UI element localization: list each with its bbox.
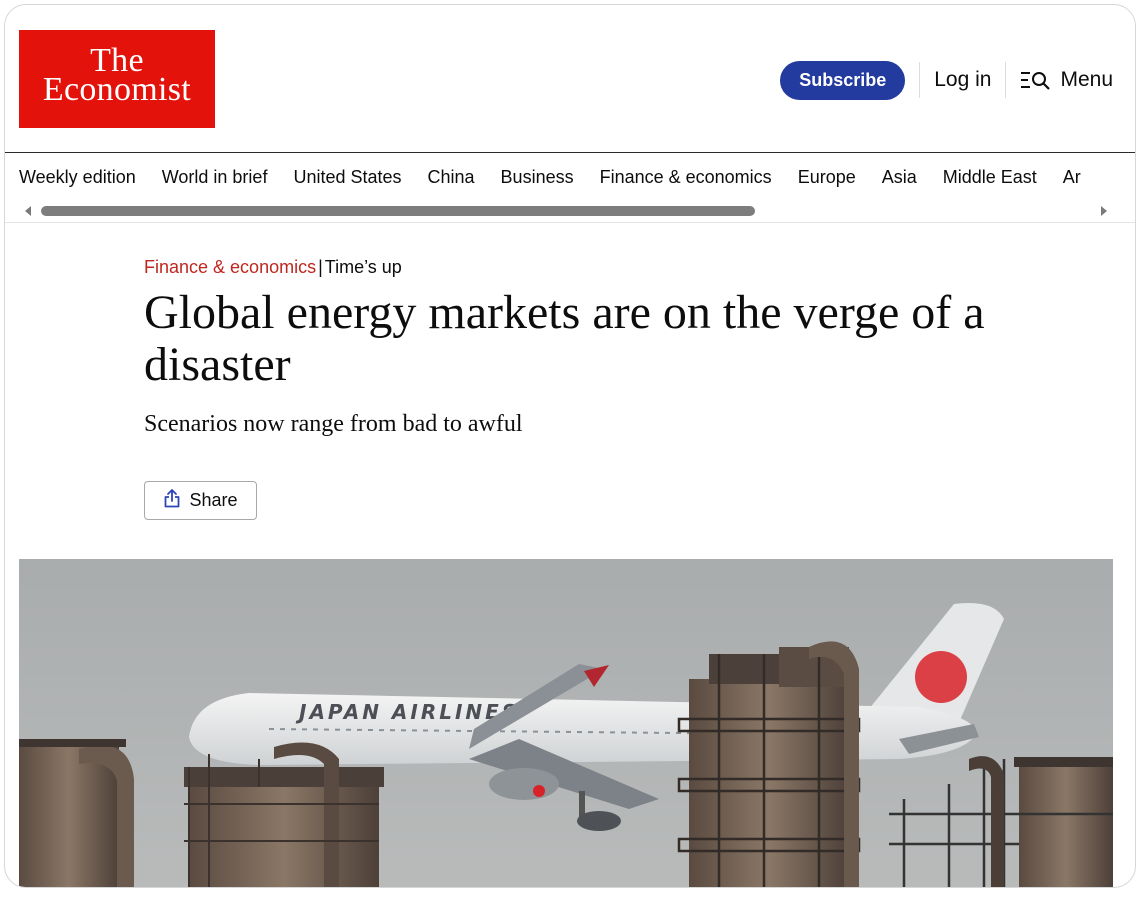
nav-item-business[interactable]: Business	[501, 167, 574, 187]
site-header: The Economist Subscribe Log in Menu	[5, 5, 1135, 153]
section-link[interactable]: Finance & economics	[144, 257, 316, 277]
nav-item-weekly-edition[interactable]: Weekly edition	[19, 167, 136, 187]
scroll-right-arrow-icon[interactable]	[1101, 206, 1107, 216]
logo-line-2: Economist	[42, 71, 192, 108]
article-headline: Global energy markets are on the verge o…	[144, 286, 985, 391]
nav-item-middle-east[interactable]: Middle East	[943, 167, 1037, 187]
divider	[1005, 62, 1007, 98]
share-icon	[163, 488, 181, 513]
flytitle: Time’s up	[324, 257, 402, 277]
scrollbar-thumb[interactable]	[41, 206, 755, 216]
subscribe-button[interactable]: Subscribe	[780, 60, 906, 100]
login-link[interactable]: Log in	[934, 68, 991, 92]
nav-item-china[interactable]: China	[428, 167, 475, 187]
nav-item-americas[interactable]: Ar	[1063, 167, 1081, 187]
browser-frame: The Economist Subscribe Log in Menu Week…	[4, 4, 1136, 888]
divider	[919, 62, 921, 98]
nav-item-world-in-brief[interactable]: World in brief	[162, 167, 268, 187]
menu-button[interactable]: Menu	[1020, 68, 1113, 92]
scroll-left-arrow-icon[interactable]	[25, 206, 31, 216]
nav-item-united-states[interactable]: United States	[293, 167, 401, 187]
nav-item-asia[interactable]: Asia	[882, 167, 917, 187]
plane-lettering: JAPAN AIRLINES	[295, 700, 519, 724]
menu-search-icon	[1020, 70, 1052, 90]
nav-item-finance-economics[interactable]: Finance & economics	[600, 167, 772, 187]
economist-logo[interactable]: The Economist	[19, 30, 215, 128]
kicker-separator: |	[318, 257, 323, 277]
nav-item-europe[interactable]: Europe	[798, 167, 856, 187]
nav-items: Weekly edition World in brief United State…	[19, 167, 1107, 188]
header-actions: Subscribe Log in Menu	[780, 60, 1113, 100]
share-button[interactable]: Share	[144, 481, 257, 520]
menu-label: Menu	[1060, 68, 1113, 91]
share-label: Share	[189, 490, 238, 510]
article-kicker: Finance & economics | Time’s up	[144, 257, 402, 278]
hero-image: JAPAN AIRLINES	[19, 559, 1113, 887]
nav-scrollbar[interactable]	[19, 203, 1111, 219]
article-subheadline: Scenarios now range from bad to awful	[144, 411, 523, 437]
